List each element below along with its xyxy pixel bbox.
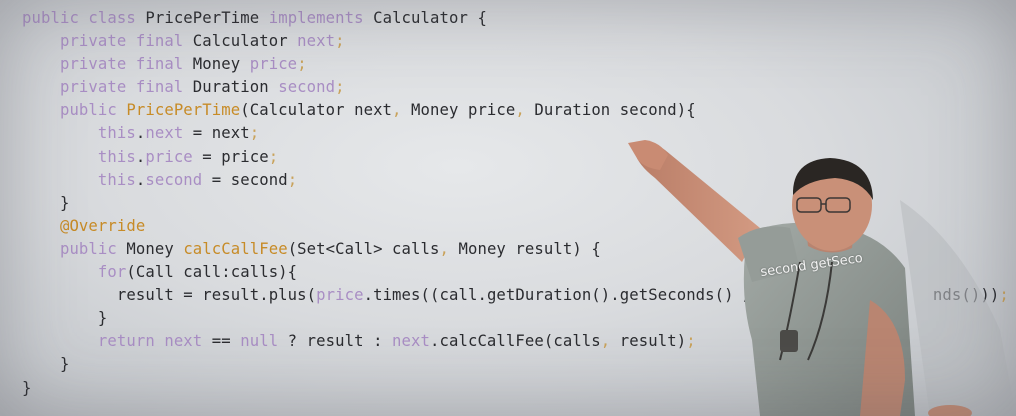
- code-token-keyword: public: [22, 101, 127, 120]
- code-token-keyword: this: [22, 170, 136, 189]
- code-token-punct: ;: [686, 332, 696, 351]
- code-line: this.second = second;: [22, 169, 1009, 192]
- code-line: public class PricePerTime implements Cal…: [22, 7, 1009, 30]
- code-line: public PricePerTime(Calculator next, Mon…: [22, 99, 1009, 122]
- code-token-field: price: [249, 55, 298, 74]
- code-token-punct: ,: [600, 332, 620, 351]
- code-token-keyword: implements: [268, 9, 374, 27]
- code-token-plain: }: [22, 309, 108, 328]
- code-line: }: [22, 307, 1009, 330]
- code-token-plain: .: [135, 124, 146, 143]
- code-token-keyword: public class: [22, 9, 146, 27]
- java-code-block: public class PricePerTime implements Cal…: [22, 7, 1009, 400]
- code-token-plain: = price: [192, 147, 269, 166]
- code-token-method: PricePerTime: [126, 101, 241, 120]
- code-token-punct: ,: [439, 239, 459, 258]
- code-token-field: next: [297, 32, 336, 51]
- code-token-keyword: private final: [22, 55, 193, 74]
- code-token-plain: Money result) {: [458, 239, 601, 258]
- code-token-plain: result): [619, 332, 687, 351]
- code-line: }: [22, 377, 1009, 400]
- code-token-plain: }: [22, 193, 70, 212]
- code-token-plain: }: [22, 355, 70, 374]
- code-token-plain: Money: [126, 239, 184, 258]
- code-token-keyword: this: [22, 147, 136, 166]
- code-line: this.next = next;: [22, 122, 1009, 145]
- code-token-field: next: [164, 332, 203, 351]
- code-token-plain: Duration: [192, 78, 279, 97]
- code-token-punct: ,: [392, 101, 412, 120]
- code-token-plain: = next: [183, 124, 250, 143]
- code-token-plain: Money: [192, 55, 250, 74]
- code-token-plain: (Call call:calls){: [126, 263, 298, 282]
- code-token-keyword: private final: [22, 32, 193, 51]
- code-line: return next == null ? result : next.calc…: [22, 330, 1009, 353]
- code-token-plain: (Set<Call> calls: [287, 239, 440, 258]
- code-token-field: second: [278, 78, 336, 97]
- code-token-method: calcCallFee: [183, 239, 288, 258]
- code-token-punct: ;: [335, 78, 345, 97]
- code-token-keyword: public: [22, 239, 127, 258]
- code-token-plain: PricePerTime: [145, 9, 269, 27]
- code-token-plain: nds())): [752, 286, 1000, 305]
- code-token-punct: ;: [249, 124, 260, 143]
- code-line: private final Calculator next;: [22, 30, 1009, 53]
- code-token-keyword: private final: [22, 78, 193, 97]
- bottom-hand: [928, 405, 972, 416]
- code-token-plain: Calculator: [192, 32, 298, 51]
- code-token-annotation: @Override: [22, 216, 146, 235]
- code-token-keyword: for: [22, 263, 127, 282]
- code-token-plain: Calculator {: [373, 9, 487, 27]
- code-token-punct: ;: [999, 286, 1009, 305]
- code-token-field: next: [145, 124, 184, 143]
- code-token-punct: ;: [287, 170, 298, 189]
- code-token-plain: ==: [202, 332, 241, 351]
- code-token-field: second: [145, 170, 203, 189]
- code-line: private final Money price;: [22, 53, 1009, 76]
- code-token-plain: /: [743, 286, 753, 305]
- code-token-plain: ? result :: [278, 332, 393, 351]
- code-token-field: next: [392, 332, 430, 351]
- code-token-punct: ;: [335, 32, 345, 51]
- code-token-field: price: [316, 286, 364, 305]
- code-token-plain: .: [135, 147, 146, 166]
- code-token-plain: }: [22, 378, 32, 397]
- code-token-plain: (Calculator next: [240, 101, 393, 120]
- code-line: private final Duration second;: [22, 76, 1009, 99]
- code-token-plain: .calcCallFee(calls: [430, 332, 601, 351]
- projected-code-scene: public class PricePerTime implements Cal…: [0, 0, 1016, 416]
- code-line: }: [22, 353, 1009, 376]
- code-line: result = result.plus(price.times((call.g…: [22, 284, 1009, 307]
- code-token-keyword: return: [22, 332, 165, 351]
- code-line: @Override: [22, 215, 1009, 238]
- code-line: }: [22, 192, 1009, 215]
- code-token-plain: .: [135, 170, 146, 189]
- code-token-plain: Duration second){: [534, 101, 696, 120]
- code-token-plain: .times((call.getDuration().getSeconds(): [363, 286, 744, 305]
- code-token-punct: ,: [515, 101, 535, 120]
- code-token-keyword: null: [240, 332, 279, 351]
- code-token-plain: = second: [202, 170, 288, 189]
- code-token-punct: ;: [268, 147, 279, 166]
- code-token-plain: Money price: [411, 101, 516, 120]
- code-token-field: price: [145, 147, 193, 166]
- code-token-plain: result = result.plus(: [22, 286, 317, 305]
- code-token-punct: ;: [297, 55, 307, 74]
- code-line: this.price = price;: [22, 146, 1009, 169]
- code-token-keyword: this: [22, 124, 136, 143]
